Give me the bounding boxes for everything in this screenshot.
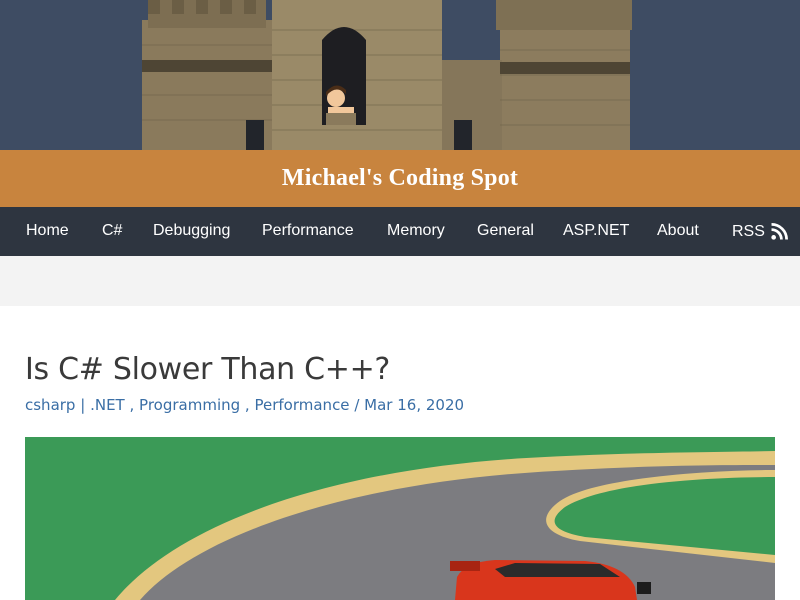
- category-link-performance[interactable]: Performance: [254, 396, 349, 414]
- date-separator: /: [354, 396, 360, 414]
- main-nav: Home C# Debugging Performance Memory Gen…: [0, 207, 800, 256]
- site-title-bar: Michael's Coding Spot: [0, 150, 800, 207]
- meta-divider: |: [80, 396, 86, 414]
- nav-item-about[interactable]: About: [657, 207, 699, 256]
- post-date: Mar 16, 2020: [364, 396, 465, 414]
- nav-item-home[interactable]: Home: [26, 207, 69, 256]
- nav-item-debugging[interactable]: Debugging: [153, 207, 230, 256]
- nav-item-rss[interactable]: RSS: [732, 207, 788, 256]
- category-link-dotnet[interactable]: .NET: [90, 396, 125, 414]
- castle-illustration: [142, 0, 632, 150]
- nav-item-csharp[interactable]: C#: [102, 207, 122, 256]
- nav-item-general[interactable]: General: [477, 207, 534, 256]
- header-banner: [0, 0, 800, 150]
- nav-item-rss-label: RSS: [732, 223, 765, 240]
- race-car-illustration: [25, 437, 775, 600]
- post-meta: csharp | .NET , Programming , Performanc…: [25, 396, 465, 414]
- nav-item-performance[interactable]: Performance: [262, 207, 354, 256]
- nav-item-aspnet[interactable]: ASP.NET: [563, 207, 629, 256]
- site-title[interactable]: Michael's Coding Spot: [282, 165, 518, 192]
- post-author-link[interactable]: csharp: [25, 396, 75, 414]
- nav-item-memory[interactable]: Memory: [387, 207, 445, 256]
- rss-icon: [771, 223, 788, 240]
- category-link-programming[interactable]: Programming: [139, 396, 240, 414]
- featured-image: [25, 437, 775, 600]
- gray-spacer-band: [0, 256, 800, 306]
- post-title[interactable]: Is C# Slower Than C++?: [25, 352, 390, 387]
